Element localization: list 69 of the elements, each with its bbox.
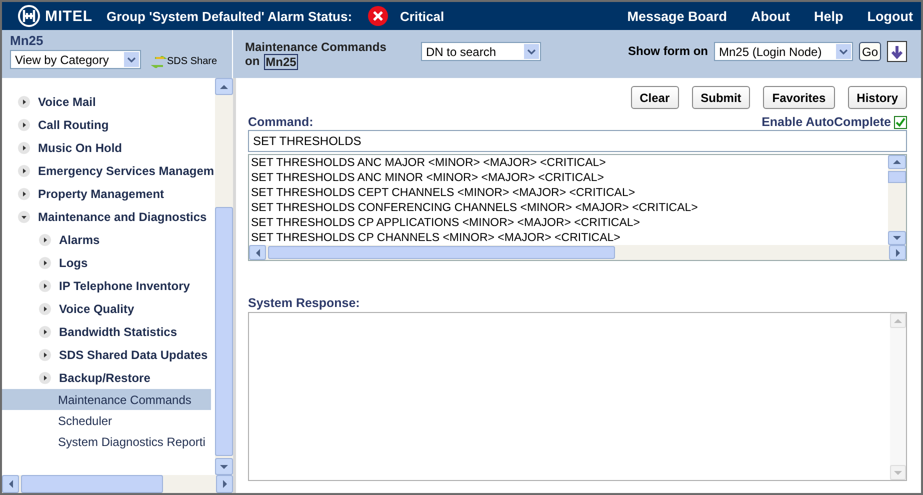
scroll-up-button[interactable] <box>888 155 906 169</box>
suggestion-item[interactable]: SET THRESHOLDS CEPT CHANNELS <MINOR> <MAJOR> <CRITICAL> <box>251 186 886 201</box>
node-select[interactable]: Mn25 (Login Node) <box>714 42 853 61</box>
horizontal-scrollbar[interactable] <box>2 475 233 493</box>
node-name: Mn25 <box>10 33 44 48</box>
arrows-icon <box>151 56 167 68</box>
tree-item[interactable]: Alarms <box>2 228 211 251</box>
tree-item[interactable]: Emergency Services Managem <box>2 159 211 182</box>
action-button[interactable]: Submit <box>692 86 750 109</box>
scroll-thumb[interactable] <box>268 246 615 259</box>
tree-item[interactable]: Call Routing <box>2 113 211 136</box>
scroll-thumb[interactable] <box>215 207 233 456</box>
suggestion-item[interactable]: SET THRESHOLDS ANC MINOR <MINOR> <MAJOR> <CRITICAL> <box>251 171 886 186</box>
scroll-up-button[interactable] <box>215 78 233 95</box>
command-input[interactable]: SET THRESHOLDS <box>248 130 907 152</box>
scroll-left-button[interactable] <box>249 245 266 260</box>
scroll-right-button[interactable] <box>216 475 233 493</box>
logo-text: MITEL <box>45 8 92 24</box>
show-form-label: Show form on <box>628 44 708 58</box>
header-link[interactable]: Help <box>814 8 844 24</box>
tree-item[interactable]: Maintenance and Diagnostics <box>2 205 211 228</box>
alarm-status-label: Group 'System Defaulted' Alarm Status: <box>106 8 352 24</box>
tree-item[interactable]: Logs <box>2 251 211 274</box>
scroll-thumb[interactable] <box>888 171 906 183</box>
tree-item[interactable]: SDS Shared Data Updates <box>2 343 211 366</box>
form-title: Maintenance Commands <box>245 40 386 54</box>
action-button[interactable]: Favorites <box>763 86 835 109</box>
error-icon <box>368 6 388 26</box>
scroll-left-button[interactable] <box>2 475 19 493</box>
tree-item[interactable]: System Diagnostics Reporti <box>2 431 211 452</box>
go-button[interactable]: Go <box>858 42 881 61</box>
suggestion-item[interactable]: SET THRESHOLDS ANC MAJOR <MINOR> <MAJOR> <CRITICAL> <box>251 156 886 171</box>
scroll-thumb[interactable] <box>21 475 163 493</box>
on-label: on <box>245 54 260 70</box>
tree-item[interactable]: IP Telephone Inventory <box>2 274 211 297</box>
vertical-scrollbar[interactable] <box>215 78 233 475</box>
dn-search-select[interactable]: DN to search <box>421 42 541 61</box>
alarm-status: Critical <box>400 8 444 24</box>
tree-item[interactable]: Voice Quality <box>2 297 211 320</box>
suggestion-item[interactable]: SET THRESHOLDS CP APPLICATIONS <MINOR> <MAJOR> <CRITICAL> <box>251 216 886 231</box>
tree-item[interactable]: Backup/Restore <box>2 366 211 389</box>
down-arrow-button[interactable] <box>887 41 907 62</box>
form-node: Mn25 <box>264 54 298 70</box>
tree-item[interactable]: Bandwidth Statistics <box>2 320 211 343</box>
autocomplete-label: Enable AutoComplete <box>762 115 891 129</box>
vertical-scrollbar[interactable] <box>888 155 906 245</box>
tree-item[interactable]: Scheduler <box>2 410 211 431</box>
scroll-down-button[interactable] <box>888 231 906 245</box>
autocomplete-checkbox[interactable] <box>894 116 907 128</box>
tree-item[interactable]: Voice Mail <box>2 90 211 113</box>
action-button[interactable]: Clear <box>630 86 679 109</box>
header-link[interactable]: Logout <box>867 8 913 24</box>
horizontal-scrollbar[interactable] <box>249 245 906 260</box>
tree-item[interactable]: Music On Hold <box>2 136 211 159</box>
header-link[interactable]: About <box>751 8 790 24</box>
suggestion-item[interactable]: SET THRESHOLDS CONFERENCING CHANNELS <MINOR> <MAJOR> <CRITICAL> <box>251 201 886 216</box>
down-arrow-icon <box>891 44 903 58</box>
suggestion-item[interactable]: SET THRESHOLDS CP CHANNELS <MINOR> <MAJOR> <CRITICAL> <box>251 231 886 245</box>
scroll-right-button[interactable] <box>889 245 906 260</box>
response-label: System Response: <box>248 296 361 310</box>
command-label: Command: <box>248 115 314 129</box>
scroll-down-button[interactable] <box>215 458 233 475</box>
action-button[interactable]: History <box>848 86 907 109</box>
logo-icon <box>16 5 42 27</box>
tree-item[interactable]: Maintenance Commands <box>2 389 211 410</box>
header-link[interactable]: Message Board <box>627 8 728 24</box>
sds-share-link[interactable]: SDS Share <box>151 56 218 68</box>
tree-item[interactable]: Property Management <box>2 182 211 205</box>
view-select[interactable]: View by Category <box>10 50 141 69</box>
